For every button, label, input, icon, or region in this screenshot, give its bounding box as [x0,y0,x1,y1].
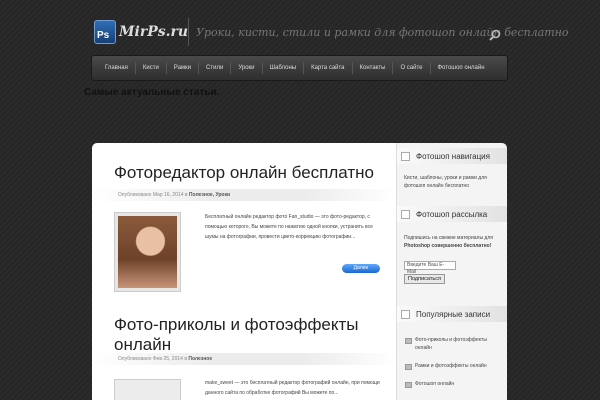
sidebar: Фотошоп навигация Кисти, шаблоны, уроки … [396,143,507,400]
widget-icon [401,152,410,161]
content-area: Фоторедактор онлайн бесплатно Опубликова… [92,143,507,400]
post-categories[interactable]: Полезное [188,356,212,362]
popular-item[interactable]: Фото-приколы и фотоэффекты онлайн [404,336,504,352]
post-excerpt: make_sweet — это бесплатный редактор фот… [205,380,380,396]
widget-title: Популярные записи [401,310,490,319]
search-icon[interactable] [488,28,502,42]
post-title[interactable]: Фото-приколы и фотоэффекты онлайн [114,315,384,355]
widget-icon [401,210,410,219]
widget-title-text: Фотошоп рассылка [416,210,488,219]
photoshop-logo-icon: Ps [94,20,116,44]
posts-column: Фоторедактор онлайн бесплатно Опубликова… [92,143,396,400]
widget-icon [401,310,410,319]
popular-item[interactable]: Фотошоп онлайн [404,380,504,388]
logo-text: MirPs.ru [119,24,189,40]
nav-item-sitemap[interactable]: Карта сайта [304,65,351,71]
subscribe-button[interactable]: Подписаться [404,274,445,284]
main-navigation: Главная Кисти Рамки Стили Уроки Шаблоны … [91,55,508,81]
nav-item-home[interactable]: Главная [98,65,135,71]
post-thumbnail[interactable] [114,212,181,292]
read-more-button[interactable]: Далее [342,264,380,273]
nav-item-contacts[interactable]: Контакты [353,65,393,71]
site-header: Ps MirPs.ru Уроки, кисти, стили и рамки … [0,0,600,55]
post-meta: Опубликовано Мар 16, 2014 в Полезное, Ур… [92,189,396,201]
post-excerpt: Бесплатный онлайн редактор фото Fan_stud… [205,214,373,240]
nav-item-brushes[interactable]: Кисти [136,65,166,71]
email-input[interactable]: Введите Ваш E-Mail [404,261,456,275]
nav-item-templates[interactable]: Шаблоны [263,65,304,71]
nav-item-frames[interactable]: Рамки [167,65,198,71]
post-image [118,216,177,288]
post-title[interactable]: Фоторедактор онлайн бесплатно [114,163,384,183]
popular-item[interactable]: Рамки и фотоэффекты онлайн [404,362,504,370]
site-tagline: Уроки, кисти, стили и рамки для фотошоп … [196,26,569,39]
subscribe-text: Подпишись на свежие материалы для Photos… [404,234,504,250]
subscribe-text-prefix: Подпишись на свежие материалы для [404,235,493,241]
nav-item-about[interactable]: О сайте [393,65,429,71]
widget-title-text: Популярные записи [416,310,491,319]
tagline-divider [188,18,189,46]
post-categories[interactable]: Полезное, Уроки [189,192,230,198]
nav-item-lessons[interactable]: Уроки [231,65,261,71]
widget-title: Фотошоп рассылка [401,210,487,219]
section-heading: Самые актуальные статьи. [84,87,220,98]
widget-text: Кисти, шаблоны, уроки и рамки для фотошо… [404,175,487,189]
widget-title-text: Фотошоп навигация [416,152,490,161]
widget-title: Фотошоп навигация [401,152,490,161]
post-date: Опубликовано Фев 25, 2014 в [118,356,187,362]
post-thumbnail[interactable] [114,379,181,400]
nav-item-photoshop-online[interactable]: Фотошоп онлайн [431,65,492,71]
post-meta: Опубликовано Фев 25, 2014 в Полезное [92,353,396,365]
site-logo[interactable]: Ps MirPs.ru [94,20,188,44]
post-date: Опубликовано Мар 16, 2014 в [118,192,188,198]
subscribe-text-bold: Photoshop совершенно бесплатно! [404,243,492,249]
nav-item-styles[interactable]: Стили [199,65,230,71]
